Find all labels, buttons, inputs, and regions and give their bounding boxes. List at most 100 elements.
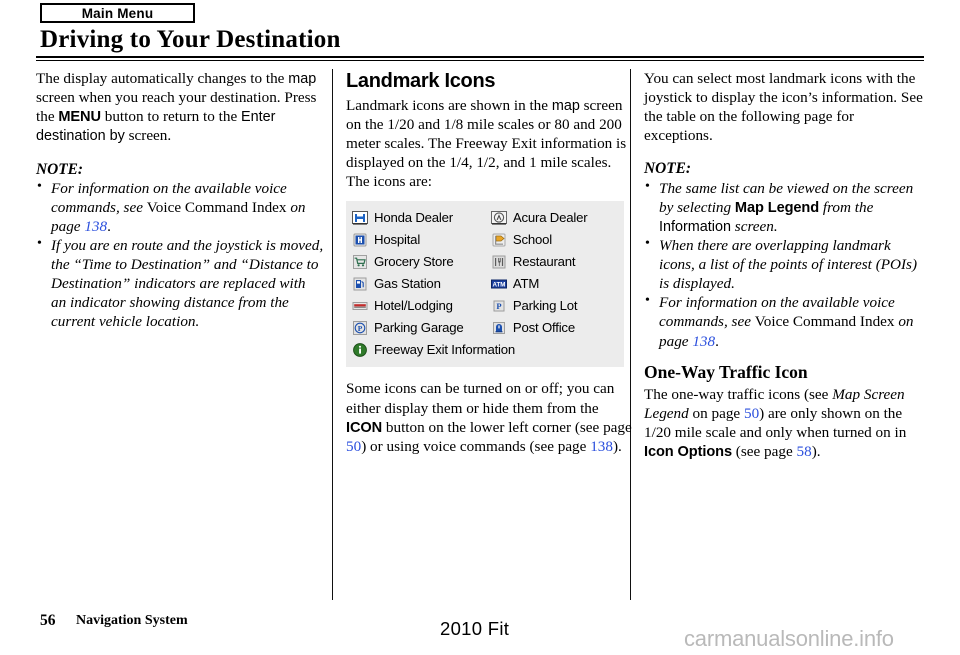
- icon-label: Acura Dealer: [512, 210, 588, 226]
- right-paragraph-2: The one-way traffic icons (see Map Scree…: [644, 385, 924, 462]
- icon-entry-honda-dealer: Honda Dealer: [352, 210, 491, 227]
- mid-p1-text-1: Landmark icons are shown in the: [346, 97, 552, 115]
- right-p2-text-4: (see page: [731, 442, 797, 460]
- menu-button-keyword: MENU: [58, 109, 101, 126]
- list-item: For information on the available voice c…: [36, 178, 324, 236]
- landmark-icons-heading: Landmark Icons: [346, 70, 496, 92]
- svg-text:P: P: [496, 302, 501, 312]
- landmark-icon-table: Honda Dealer Acura Dealer Hospital Schoo…: [346, 201, 624, 368]
- icon-entry-acura-dealer: Acura Dealer: [490, 210, 620, 227]
- icon-label: Honda Dealer: [374, 210, 453, 226]
- site-watermark: carmanualsonline.info: [684, 626, 894, 651]
- one-way-traffic-icon-heading: One-Way Traffic Icon: [644, 361, 808, 382]
- right-note-0-t3: screen.: [731, 218, 778, 236]
- mid-p2-text-2: button on the lower left corner (see pag…: [382, 418, 632, 436]
- right-note-2-t3: .: [715, 332, 719, 350]
- parking-lot-icon: P: [491, 298, 507, 314]
- icon-label: Gas Station: [374, 276, 441, 292]
- icon-button-keyword: ICON: [346, 419, 383, 436]
- mid-p2-text-3: ) or using voice commands (see page: [361, 437, 591, 455]
- table-row: Hotel/Lodging P Parking Lot: [352, 295, 620, 317]
- middle-paragraph-1: Landmark icons are shown in the map scre…: [346, 96, 636, 191]
- right-p2-text-5: ).: [811, 442, 821, 460]
- left-note-list: For information on the available voice c…: [36, 178, 324, 332]
- atm-icon: ATM: [490, 276, 507, 292]
- main-menu-tab-label: Main Menu: [81, 5, 154, 21]
- list-item: The same list can be viewed on the scree…: [644, 178, 924, 236]
- mid-p2-text-1: Some icons can be turned on or off; you …: [346, 380, 615, 417]
- page-reference-58[interactable]: 58: [797, 443, 812, 460]
- hospital-icon: [352, 232, 368, 248]
- right-p2-text-1: The one-way traffic icons (see: [644, 385, 833, 403]
- page-reference-50[interactable]: 50: [346, 438, 361, 455]
- school-icon: [491, 232, 507, 248]
- page-reference-138[interactable]: 138: [84, 218, 107, 235]
- icon-options-keyword: Icon Options: [644, 443, 732, 460]
- left-note-0-t2: Voice Command Index: [146, 198, 287, 216]
- table-row: Hospital School: [352, 229, 620, 251]
- icon-label: ATM: [512, 276, 540, 292]
- icon-entry-grocery-store: Grocery Store: [352, 254, 491, 271]
- right-note-heading: NOTE:: [644, 160, 692, 178]
- icon-entry-post-office: Post Office: [491, 320, 620, 337]
- main-menu-tab[interactable]: Main Menu: [40, 3, 195, 23]
- icon-entry-hotel-lodging: Hotel/Lodging: [352, 298, 491, 315]
- table-row: P Parking Garage Post Office: [352, 317, 620, 339]
- footer-page-number: 56: [40, 612, 56, 629]
- left-note-1-t1: If you are en route and the joystick is …: [51, 237, 324, 331]
- right-paragraph-1: You can select most landmark icons with …: [644, 70, 923, 145]
- right-column: You can select most landmark icons with …: [644, 69, 924, 602]
- parking-garage-icon: P: [352, 320, 368, 336]
- icon-entry-school: School: [491, 232, 620, 249]
- table-row: Gas Station ATM ATM: [352, 273, 620, 295]
- restaurant-icon: [491, 254, 507, 270]
- icon-label: Grocery Store: [374, 254, 454, 270]
- icon-entry-gas-station: Gas Station: [352, 276, 491, 293]
- acura-dealer-icon: [490, 210, 507, 226]
- map-legend-keyword: Map Legend: [734, 199, 820, 216]
- footer-section-name: Navigation System: [76, 613, 188, 628]
- information-keyword: Information: [659, 219, 731, 236]
- middle-paragraph-2: Some icons can be turned on or off; you …: [346, 379, 636, 456]
- honda-dealer-icon: [352, 210, 368, 226]
- left-paragraph-1: The display automatically changes to the…: [36, 69, 324, 146]
- freeway-exit-info-icon: [352, 342, 368, 358]
- left-p1-text-3: button to return to the: [100, 108, 241, 126]
- icon-entry-parking-garage: P Parking Garage: [352, 320, 491, 337]
- page-reference-138[interactable]: 138: [590, 438, 613, 455]
- left-column: The display automatically changes to the…: [36, 69, 324, 602]
- tab-bar: Main Menu: [40, 3, 195, 23]
- table-row: Honda Dealer Acura Dealer: [352, 207, 620, 229]
- page-reference-50[interactable]: 50: [744, 405, 759, 422]
- table-row: Freeway Exit Information: [352, 339, 620, 361]
- middle-column: Landmark Icons Landmark icons are shown …: [346, 69, 636, 602]
- column-divider-1: [332, 69, 333, 600]
- hotel-lodging-icon: [352, 298, 368, 314]
- title-divider-rule: [36, 56, 924, 61]
- icon-label: Post Office: [512, 320, 575, 336]
- icon-label: Freeway Exit Information: [374, 342, 516, 358]
- page-title: Driving to Your Destination: [40, 26, 341, 53]
- right-note-list: The same list can be viewed on the scree…: [644, 178, 924, 351]
- mid-p2-text-4: ).: [612, 437, 622, 455]
- right-p2-text-2: on page: [688, 404, 744, 422]
- gas-station-icon: [352, 276, 368, 292]
- icon-label: Parking Lot: [512, 298, 578, 314]
- icon-entry-parking-lot: P Parking Lot: [491, 298, 620, 315]
- svg-text:P: P: [358, 324, 363, 333]
- post-office-icon: [491, 320, 507, 336]
- list-item: If you are en route and the joystick is …: [36, 235, 324, 331]
- right-note-0-t2: from the: [819, 198, 874, 216]
- list-item: When there are overlapping landmark icon…: [644, 235, 924, 293]
- list-item: For information on the available voice c…: [644, 292, 924, 350]
- svg-text:ATM: ATM: [492, 282, 505, 289]
- voice-command-index-keyword: Voice Command Index: [754, 313, 895, 331]
- table-row: Grocery Store Restaurant: [352, 251, 620, 273]
- left-note-heading: NOTE:: [36, 160, 84, 178]
- grocery-store-icon: [352, 254, 368, 270]
- page-reference-138[interactable]: 138: [692, 333, 715, 350]
- icon-label: School: [512, 232, 553, 248]
- left-p1-text-4: screen.: [124, 127, 172, 145]
- three-column-body: The display automatically changes to the…: [36, 69, 924, 602]
- map-keyword: map: [288, 71, 317, 87]
